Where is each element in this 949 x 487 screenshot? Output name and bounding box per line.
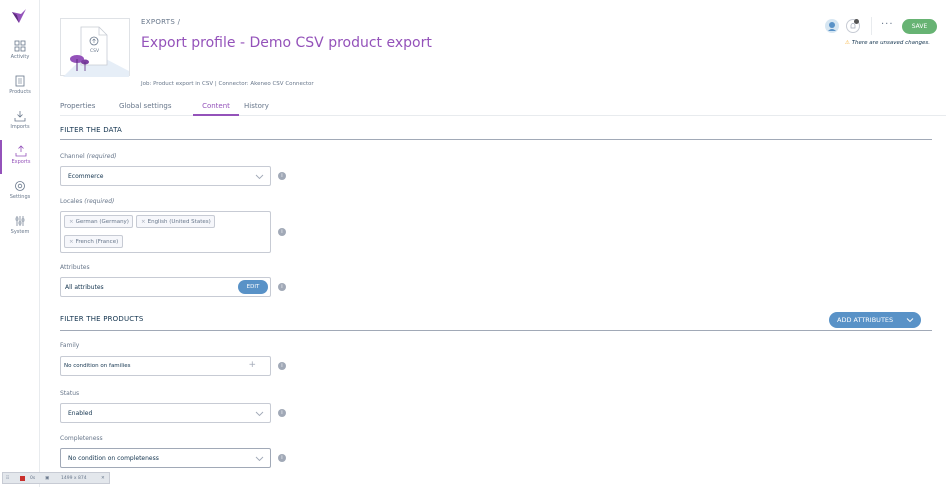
- attributes-value: All attributes: [65, 284, 104, 291]
- thumb-csv-label: CSV: [90, 48, 100, 54]
- notifications-button[interactable]: [846, 19, 860, 33]
- nav-item-label: Activity: [10, 54, 30, 60]
- info-icon[interactable]: i: [278, 362, 286, 370]
- nav-item-system[interactable]: System: [0, 213, 40, 245]
- user-avatar[interactable]: [825, 19, 839, 33]
- locales-label-text: Locales: [60, 198, 83, 205]
- add-family-icon[interactable]: +: [248, 360, 256, 370]
- attributes-selector: All attributes EDIT: [60, 277, 271, 297]
- channel-select[interactable]: Ecommerce: [60, 166, 271, 186]
- info-icon[interactable]: i: [278, 283, 286, 291]
- gear-icon: [15, 181, 25, 191]
- channel-value: Ecommerce: [68, 173, 104, 180]
- grid-icon: [14, 40, 26, 52]
- section-title-filter-products: FILTER THE PRODUCTS: [60, 315, 144, 323]
- warning-icon: ⚠: [845, 40, 850, 46]
- header-separator: [871, 17, 872, 35]
- nav-item-label: Exports: [11, 159, 31, 165]
- completeness-label: Completeness: [60, 435, 103, 442]
- import-icon: [14, 111, 26, 122]
- close-icon[interactable]: ✕: [101, 476, 105, 481]
- tab-bar: Properties Global settings Content Histo…: [60, 102, 946, 116]
- tab-history[interactable]: History: [244, 102, 269, 116]
- attributes-label: Attributes: [60, 264, 90, 271]
- remove-chip-icon[interactable]: ×: [141, 219, 146, 225]
- export-icon: [15, 145, 27, 157]
- locale-chip[interactable]: × German (Germany): [64, 215, 133, 228]
- completeness-select[interactable]: No condition on completeness: [60, 448, 271, 468]
- unsaved-changes-notice: ⚠ There are unsaved changes.: [845, 40, 930, 46]
- drag-handle-icon[interactable]: ⠿: [6, 476, 9, 481]
- section-divider: [60, 139, 932, 140]
- notification-dot: [854, 19, 859, 24]
- locale-chip-label: English (United States): [147, 219, 211, 225]
- sliders-icon: [15, 216, 25, 226]
- completeness-value: No condition on completeness: [68, 455, 159, 462]
- channel-label: Channel (required): [60, 153, 117, 160]
- locale-chip-label: German (Germany): [75, 219, 129, 225]
- debug-size: 1499 x 874: [61, 476, 87, 481]
- chevron-down-icon: [255, 456, 264, 462]
- akeneo-logo-icon[interactable]: [10, 7, 28, 25]
- tab-global-settings[interactable]: Global settings: [119, 102, 171, 116]
- remove-chip-icon[interactable]: ×: [69, 219, 74, 225]
- status-select[interactable]: Enabled: [60, 403, 271, 423]
- save-button[interactable]: SAVE: [902, 19, 937, 34]
- export-illustration: CSV: [60, 18, 130, 77]
- family-filter[interactable]: No condition on families +: [60, 356, 271, 376]
- csv-file-illustration-icon: CSV: [63, 26, 129, 77]
- document-icon: [15, 75, 25, 87]
- user-avatar-icon: [828, 22, 836, 31]
- nav-item-products[interactable]: Products: [0, 73, 40, 105]
- unsaved-changes-text: There are unsaved changes.: [851, 40, 931, 46]
- locale-chip-label: French (France): [75, 239, 119, 245]
- family-value: No condition on families: [64, 363, 131, 369]
- chevron-down-icon: [906, 318, 914, 323]
- edit-attributes-button[interactable]: EDIT: [238, 280, 268, 294]
- chevron-down-icon: [255, 174, 264, 180]
- locales-multiselect[interactable]: × German (Germany) × English (United State…: [60, 211, 271, 253]
- nav-item-label: System: [10, 229, 30, 235]
- section-divider: [60, 330, 932, 331]
- remove-chip-icon[interactable]: ×: [69, 239, 74, 245]
- add-attributes-button[interactable]: ADD ATTRIBUTES: [829, 312, 921, 328]
- debug-zoom: 0s: [30, 476, 36, 481]
- add-attributes-label: ADD ATTRIBUTES: [837, 316, 894, 324]
- nav-item-label: Settings: [9, 194, 31, 200]
- breadcrumb[interactable]: EXPORTS /: [141, 18, 180, 26]
- nav-item-activity[interactable]: Activity: [0, 38, 40, 70]
- info-icon[interactable]: i: [278, 454, 286, 462]
- camera-icon[interactable]: ▣: [45, 476, 49, 481]
- info-icon[interactable]: i: [278, 228, 286, 236]
- nav-item-label: Products: [9, 89, 31, 95]
- nav-item-label: Imports: [10, 124, 30, 130]
- section-title-filter-data: FILTER THE DATA: [60, 126, 123, 134]
- status-label: Status: [60, 390, 80, 397]
- job-meta-info: Job: Product export in CSV | Connector: …: [141, 81, 314, 87]
- record-icon[interactable]: [20, 476, 25, 481]
- required-marker: (required): [86, 153, 117, 160]
- tab-properties[interactable]: Properties: [60, 102, 95, 116]
- info-icon[interactable]: i: [278, 172, 286, 180]
- required-marker: (required): [84, 198, 115, 205]
- debug-toolbar: ⠿ 0s ▣ 1499 x 874 ✕: [2, 472, 110, 484]
- left-navigation: Activity Products Imports Exports Settin…: [0, 0, 40, 487]
- chevron-down-icon: [255, 411, 264, 417]
- more-options-button[interactable]: ···: [881, 19, 894, 30]
- page-title: Export profile - Demo CSV product export: [141, 35, 432, 51]
- locale-chip[interactable]: × French (France): [64, 235, 123, 248]
- nav-item-settings[interactable]: Settings: [0, 178, 40, 210]
- locale-chip[interactable]: × English (United States): [136, 215, 215, 228]
- nav-item-imports[interactable]: Imports: [0, 108, 40, 140]
- info-icon[interactable]: i: [278, 409, 286, 417]
- channel-label-text: Channel: [60, 153, 85, 160]
- locales-label: Locales (required): [60, 198, 114, 205]
- tab-content[interactable]: Content: [193, 102, 239, 116]
- status-value: Enabled: [68, 410, 93, 417]
- nav-item-exports[interactable]: Exports: [0, 140, 40, 174]
- family-label: Family: [60, 342, 80, 349]
